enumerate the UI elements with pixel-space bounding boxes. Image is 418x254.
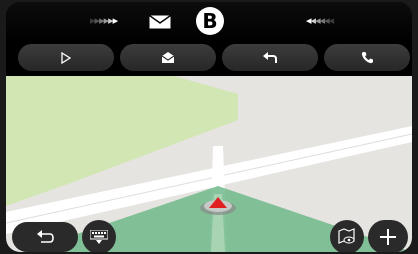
chevrons-right-icon: ▸▸▸▸▸▸	[90, 14, 118, 27]
back-arrow-icon	[37, 230, 54, 243]
play-button[interactable]	[18, 44, 114, 71]
map-eye-icon	[338, 228, 355, 244]
notification-banner[interactable]: ▸▸▸▸▸▸ B ◂◂◂◂◂◂	[6, 2, 412, 42]
open-envelope-icon	[161, 52, 175, 63]
keyboard-button[interactable]	[82, 220, 116, 252]
chevrons-left-icon: ◂◂◂◂◂◂	[306, 14, 334, 27]
plus-icon	[380, 229, 396, 245]
message-action-bar	[6, 42, 412, 76]
phone-icon	[361, 52, 373, 64]
back-button[interactable]	[12, 222, 78, 252]
infotainment-screen: ▸▸▸▸▸▸ B ◂◂◂◂◂◂	[6, 2, 412, 252]
read-message-button[interactable]	[120, 44, 216, 71]
source-badge: B	[196, 7, 224, 35]
reply-button[interactable]	[222, 44, 318, 71]
map-view-button[interactable]	[330, 220, 364, 252]
reply-icon	[263, 52, 277, 63]
call-button[interactable]	[324, 44, 410, 71]
position-marker	[198, 194, 238, 216]
envelope-icon	[149, 15, 171, 29]
zoom-in-button[interactable]	[368, 220, 408, 252]
keyboard-icon	[90, 230, 108, 244]
play-icon	[61, 51, 71, 64]
